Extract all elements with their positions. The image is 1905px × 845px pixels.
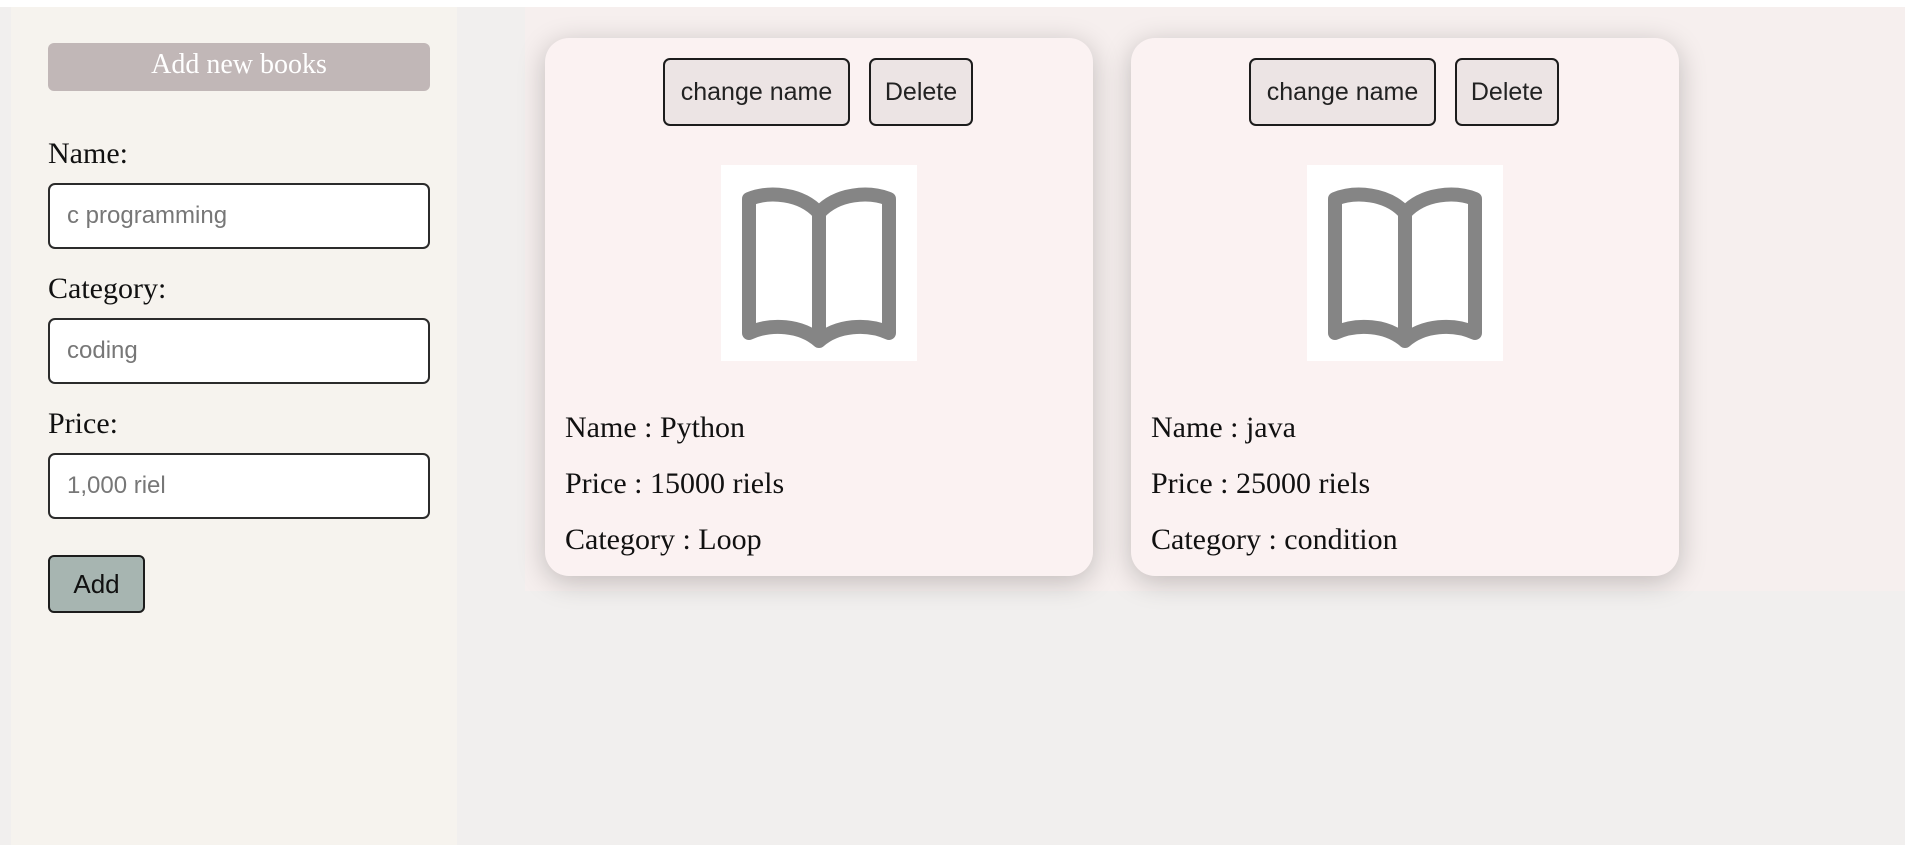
book-list-area: change name Delete Name : Python Price :… <box>525 7 1905 591</box>
name-input[interactable] <box>48 183 430 249</box>
open-book-icon <box>1307 165 1503 361</box>
book-price: Price : 15000 riels <box>565 467 785 500</box>
price-label: Price: <box>48 407 118 440</box>
category-label: Category: <box>48 272 167 305</box>
delete-button[interactable]: Delete <box>1455 58 1559 126</box>
category-input[interactable] <box>48 318 430 384</box>
top-strip <box>0 0 1905 7</box>
book-price: Price : 25000 riels <box>1151 467 1371 500</box>
name-label: Name: <box>48 137 128 170</box>
open-book-icon <box>721 165 917 361</box>
book-category: Category : Loop <box>565 523 762 556</box>
change-name-button[interactable]: change name <box>663 58 850 126</box>
delete-button[interactable]: Delete <box>869 58 973 126</box>
book-card: change name Delete Name : java Price : 2… <box>1131 38 1679 576</box>
price-input[interactable] <box>48 453 430 519</box>
book-name: Name : Python <box>565 411 745 444</box>
add-button[interactable]: Add <box>48 555 145 613</box>
sidebar-title: Add new books <box>48 43 430 91</box>
add-book-sidebar: Add new books Name: Category: Price: Add <box>11 7 457 845</box>
book-name: Name : java <box>1151 411 1296 444</box>
book-card: change name Delete Name : Python Price :… <box>545 38 1093 576</box>
change-name-button[interactable]: change name <box>1249 58 1436 126</box>
book-category: Category : condition <box>1151 523 1398 556</box>
